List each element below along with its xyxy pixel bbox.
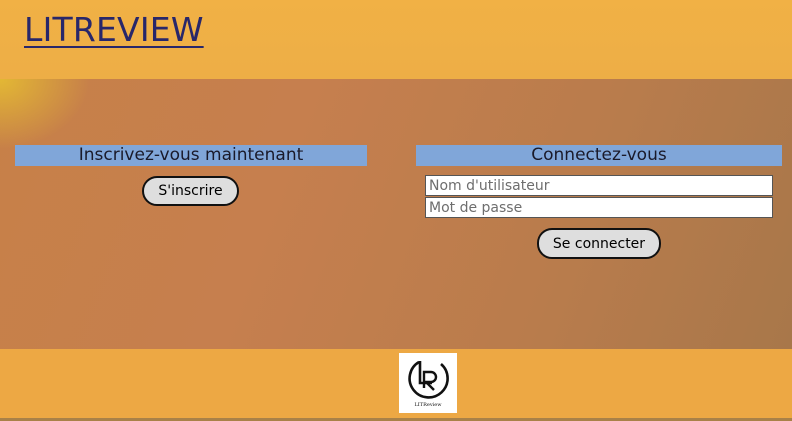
main-content: Inscrivez-vous maintenant S'inscrire Con… <box>0 79 792 349</box>
litreview-logo: LITReview <box>399 353 457 413</box>
signup-heading: Inscrivez-vous maintenant <box>15 145 367 166</box>
litreview-logo-icon <box>408 360 449 399</box>
login-heading: Connectez-vous <box>416 145 782 166</box>
signup-button[interactable]: S'inscrire <box>142 176 239 206</box>
site-footer <box>0 349 792 418</box>
username-input[interactable] <box>425 175 773 196</box>
site-title-link[interactable]: LITREVIEW <box>24 10 204 49</box>
site-header: LITREVIEW <box>0 0 792 79</box>
logo-caption: LITReview <box>414 402 442 408</box>
password-input[interactable] <box>425 197 773 218</box>
login-button[interactable]: Se connecter <box>537 228 661 259</box>
